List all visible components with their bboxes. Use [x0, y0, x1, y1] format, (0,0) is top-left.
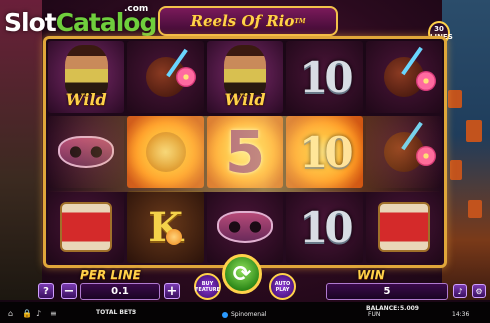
carnival-drum-icon	[377, 202, 430, 252]
game-title-plate: Reels Of Rio TM	[158, 6, 338, 36]
balance-value: 5.009	[400, 305, 419, 312]
reels-grid: Wild Wild 10 5 10 K 10	[48, 41, 442, 263]
lines-count: 30	[434, 25, 444, 33]
reel-3-row-3-mask	[206, 191, 284, 263]
background-left-scenery	[0, 0, 42, 300]
reel-5-row-3-drum	[365, 191, 442, 263]
carnival-drum-icon	[60, 202, 113, 252]
wild-label: Wild	[224, 90, 266, 109]
ten-symbol: 10	[299, 202, 353, 252]
reel-1-row-2-mask	[48, 116, 125, 188]
home-icon[interactable]: ⌂	[8, 309, 13, 318]
provider-logo-icon	[222, 311, 228, 318]
settings-gear-icon[interactable]: ⚙	[472, 284, 486, 298]
reel-1-row-3-drum	[48, 191, 125, 263]
wild-dancer-icon	[223, 44, 267, 95]
lock-icon[interactable]: 🔒	[22, 309, 32, 318]
bet-per-line-value: 0.1	[80, 283, 160, 300]
spin-button[interactable]: ⟳	[222, 254, 262, 294]
reel-2-row-2-burst	[127, 116, 204, 188]
ten-symbol: 10	[299, 127, 353, 177]
win-flare	[127, 116, 204, 188]
total-bet-value: 3	[132, 309, 137, 316]
slotcatalog-watermark-logo: SlotCatalog .com	[4, 4, 157, 37]
background-right-scenery	[442, 0, 490, 300]
reel-4-row-3-ten: 10	[286, 191, 363, 263]
increase-bet-button[interactable]: +	[164, 283, 180, 299]
fruit-icon	[165, 229, 182, 245]
wild-label: Wild	[65, 90, 107, 109]
reel-5-row-1-coconut	[365, 41, 442, 113]
game-title: Reels Of Rio	[190, 12, 295, 30]
reel-2-row-3-king: K	[127, 191, 204, 263]
win-amount-symbol: 5	[224, 118, 266, 186]
provider-brand: Spinomenal	[222, 311, 266, 318]
wild-dancer-icon	[64, 44, 108, 95]
reel-4-row-2-ten: 10	[286, 116, 363, 188]
status-bar: ⌂ 🔒 ♪ ≡ TOTAL BET: 3 Spinomenal BALANCE:…	[0, 302, 490, 323]
help-button[interactable]: ?	[38, 283, 54, 299]
autoplay-button[interactable]: AUTO PLAY	[269, 273, 296, 300]
autoplay-label: AUTO PLAY	[274, 280, 291, 293]
reel-5-row-2-coconut	[365, 116, 442, 188]
trademark-mark: TM	[294, 17, 306, 25]
sound-toggle-icon[interactable]: ♪	[36, 309, 41, 318]
decrease-bet-button[interactable]: −	[61, 283, 77, 299]
buy-feature-label: BUY FEATURE	[194, 280, 221, 293]
menu-icon[interactable]: ≡	[50, 309, 57, 318]
flower-icon	[416, 146, 436, 166]
flower-icon	[175, 67, 196, 87]
reel-2-row-1-coconut	[127, 41, 204, 113]
reel-1-row-1-wild: Wild	[48, 41, 125, 113]
game-mode: FUN	[368, 311, 381, 318]
spin-arrows-icon: ⟳	[232, 261, 252, 287]
reel-4-row-1-ten: 10	[286, 41, 363, 113]
sound-icon[interactable]: ♪	[453, 284, 467, 298]
reel-3-row-1-wild: Wild	[206, 41, 284, 113]
ten-symbol: 10	[299, 52, 353, 102]
buy-feature-button[interactable]: BUY FEATURE	[194, 273, 221, 300]
total-bet-label: TOTAL BET:	[96, 309, 135, 316]
clock: 14:36	[452, 311, 470, 318]
win-label: WIN	[357, 268, 385, 282]
provider-name: Spinomenal	[231, 311, 267, 318]
per-line-label: PER LINE	[80, 268, 141, 282]
reels-frame: Wild Wild 10 5 10 K 10	[43, 36, 447, 268]
carnival-mask-icon	[216, 211, 273, 243]
flower-icon	[416, 71, 436, 91]
win-amount-value: 5	[326, 283, 448, 300]
reel-3-row-2-five: 5	[206, 116, 284, 188]
carnival-mask-icon	[58, 136, 115, 168]
